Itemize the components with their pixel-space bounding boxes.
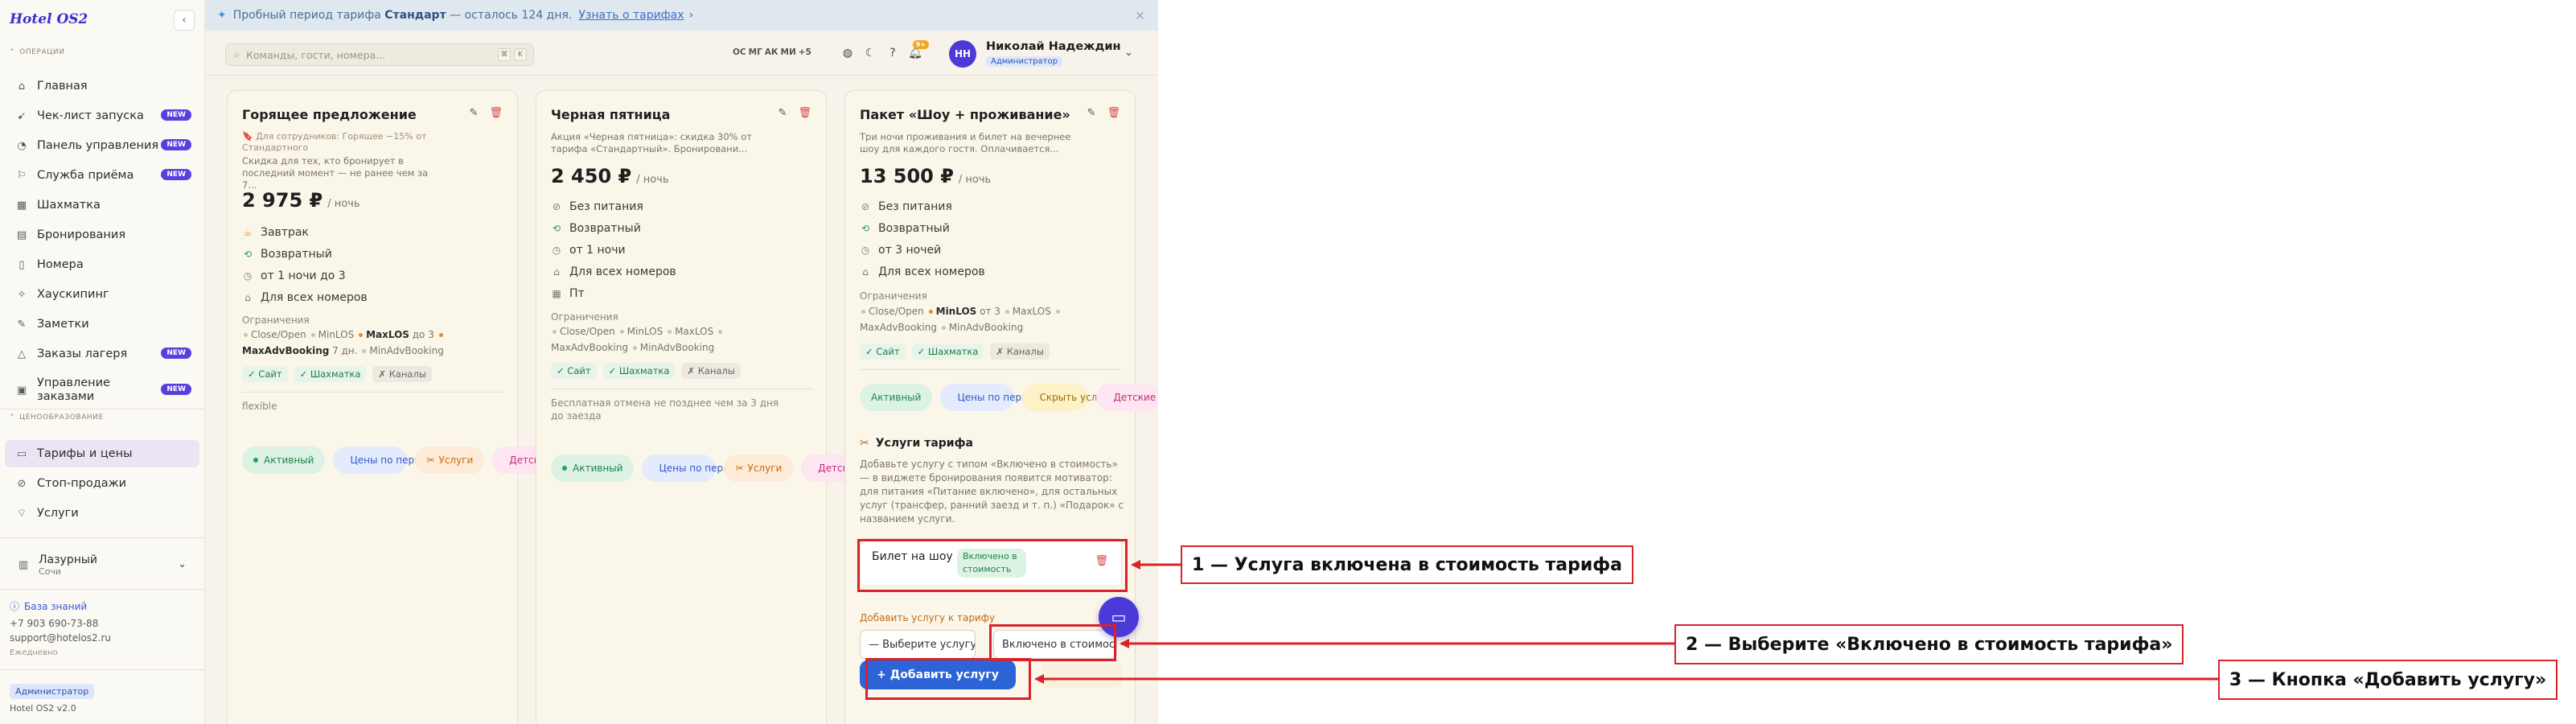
annotation-callout-3: 3 — Кнопка «Добавить услугу» [2218, 660, 2558, 700]
annotation-callout-2: 2 — Выберите «Включено в стоимость тариф… [1674, 624, 2184, 664]
annotation-arrows [1034, 560, 2218, 684]
annotation-callout-1: 1 — Услуга включена в стоимость тарифа [1181, 545, 1633, 584]
